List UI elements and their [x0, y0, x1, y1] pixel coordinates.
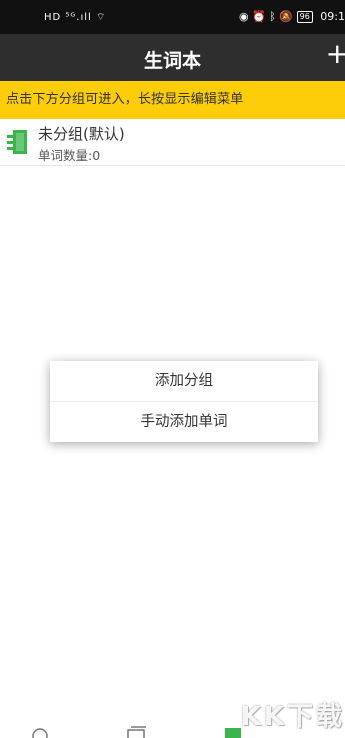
status-right: ◉ ⏰ ᛒ 🔕 96 09:1: [239, 10, 345, 23]
add-word-manually-option[interactable]: 手动添加单词: [50, 402, 318, 442]
group-folder-icon: [7, 130, 27, 154]
group-name: 未分组(默认): [38, 125, 125, 143]
hint-banner: 点击下方分组可进入，长按显示编辑菜单: [0, 81, 345, 119]
status-bar: HD ⁵ᴳ.ıll ⌔ ◉ ⏰ ᛒ 🔕 96 09:1: [0, 0, 345, 34]
eye-icon: ◉: [238, 10, 249, 23]
add-button[interactable]: +: [326, 40, 345, 68]
add-group-option[interactable]: 添加分组: [50, 361, 318, 401]
watermark: KK下载: [240, 702, 345, 732]
app-header: 生词本 +: [0, 34, 345, 81]
group-word-count: 单词数量:0: [38, 148, 101, 163]
clock: 09:1: [320, 10, 345, 23]
mute-icon: 🔕: [279, 10, 294, 23]
network-status: HD ⁵ᴳ.ıll ⌔: [44, 12, 107, 23]
context-menu: 添加分组 手动添加单词: [50, 361, 318, 442]
alarm-icon: ⏰: [252, 10, 266, 23]
bluetooth-icon: ᛒ: [269, 10, 276, 23]
cards-icon[interactable]: [125, 726, 147, 738]
battery-icon: 96: [296, 11, 313, 23]
search-icon[interactable]: [30, 726, 50, 738]
group-item[interactable]: 未分组(默认) 单词数量:0: [0, 119, 345, 166]
page-title: 生词本: [143, 50, 201, 72]
